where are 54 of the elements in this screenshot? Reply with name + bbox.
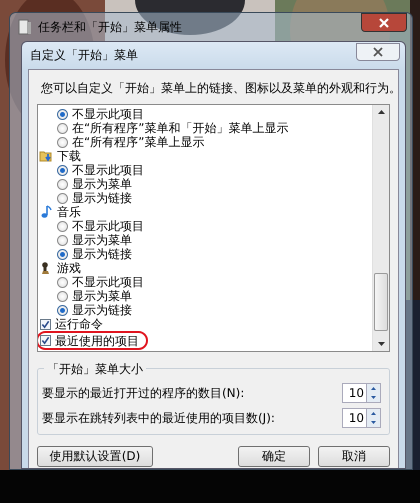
scroll-thumb[interactable]: [374, 273, 388, 331]
checkbox[interactable]: [40, 335, 51, 346]
option-label: 显示为菜单: [72, 233, 132, 247]
option-label: 显示为链接: [72, 191, 132, 205]
option-label: 不显示此项目: [72, 107, 144, 121]
option-label: 最近使用的项目: [55, 334, 139, 348]
option-label: 显示为菜单: [72, 177, 132, 191]
option-label: 不显示此项目: [72, 163, 144, 177]
radio-button[interactable]: [57, 304, 68, 316]
option-label: 显示为链接: [72, 247, 132, 261]
scrollbar[interactable]: [372, 105, 389, 351]
option-label: 在“所有程序”菜单和「开始」菜单上显示: [72, 121, 288, 135]
group-title: 「开始」菜单大小: [44, 361, 146, 378]
radio-button[interactable]: [57, 220, 68, 232]
checkbox[interactable]: [40, 318, 51, 330]
cancel-button[interactable]: 取消: [318, 446, 390, 467]
spinner-arrows[interactable]: [366, 383, 381, 403]
close-icon: [379, 18, 389, 28]
window-icon: [18, 19, 32, 35]
radio-button[interactable]: [57, 122, 68, 134]
number-field[interactable]: 10: [342, 408, 366, 428]
option-label: 在“所有程序”菜单上显示: [72, 135, 204, 149]
radio-button[interactable]: [57, 248, 68, 260]
option-label: 显示为菜单: [72, 289, 132, 303]
radio-button[interactable]: [57, 276, 68, 288]
option-label: 显示为链接: [72, 303, 132, 317]
radio-button[interactable]: [57, 234, 68, 246]
number-field[interactable]: 10: [342, 383, 366, 403]
radio-button[interactable]: [57, 164, 68, 176]
radio-button[interactable]: [57, 136, 68, 148]
window-title: 任务栏和「开始」菜单属性: [38, 18, 183, 36]
option-label: 不显示此项目: [72, 219, 144, 233]
scroll-down-icon: [378, 342, 384, 346]
close-button[interactable]: [361, 13, 407, 32]
option-label: 不显示此项目: [72, 275, 144, 289]
section-label: 音乐: [57, 205, 81, 219]
spinner-label: 要显示的最近打开过的程序的数目(N):: [42, 384, 244, 402]
radio-button[interactable]: [57, 108, 68, 120]
section-label: 下载: [57, 149, 81, 163]
close-button[interactable]: [356, 42, 400, 60]
section-label: 游戏: [57, 261, 81, 275]
spinner-label: 要显示在跳转列表中的最近使用的项目数(J):: [42, 410, 275, 426]
radio-button[interactable]: [57, 192, 68, 204]
scroll-up-icon: [378, 110, 384, 114]
radio-button[interactable]: [57, 290, 68, 302]
dialog-title: 自定义「开始」菜单: [30, 47, 139, 64]
reset-button[interactable]: 使用默认设置(D): [37, 446, 153, 467]
ok-button[interactable]: 确定: [238, 446, 310, 467]
folder-download-icon: [39, 149, 53, 163]
spinner-arrows[interactable]: [366, 408, 381, 428]
option-label: 运行命令: [55, 317, 103, 331]
close-icon: [373, 46, 383, 56]
music-note-icon: [39, 205, 53, 219]
radio-button[interactable]: [57, 178, 68, 190]
